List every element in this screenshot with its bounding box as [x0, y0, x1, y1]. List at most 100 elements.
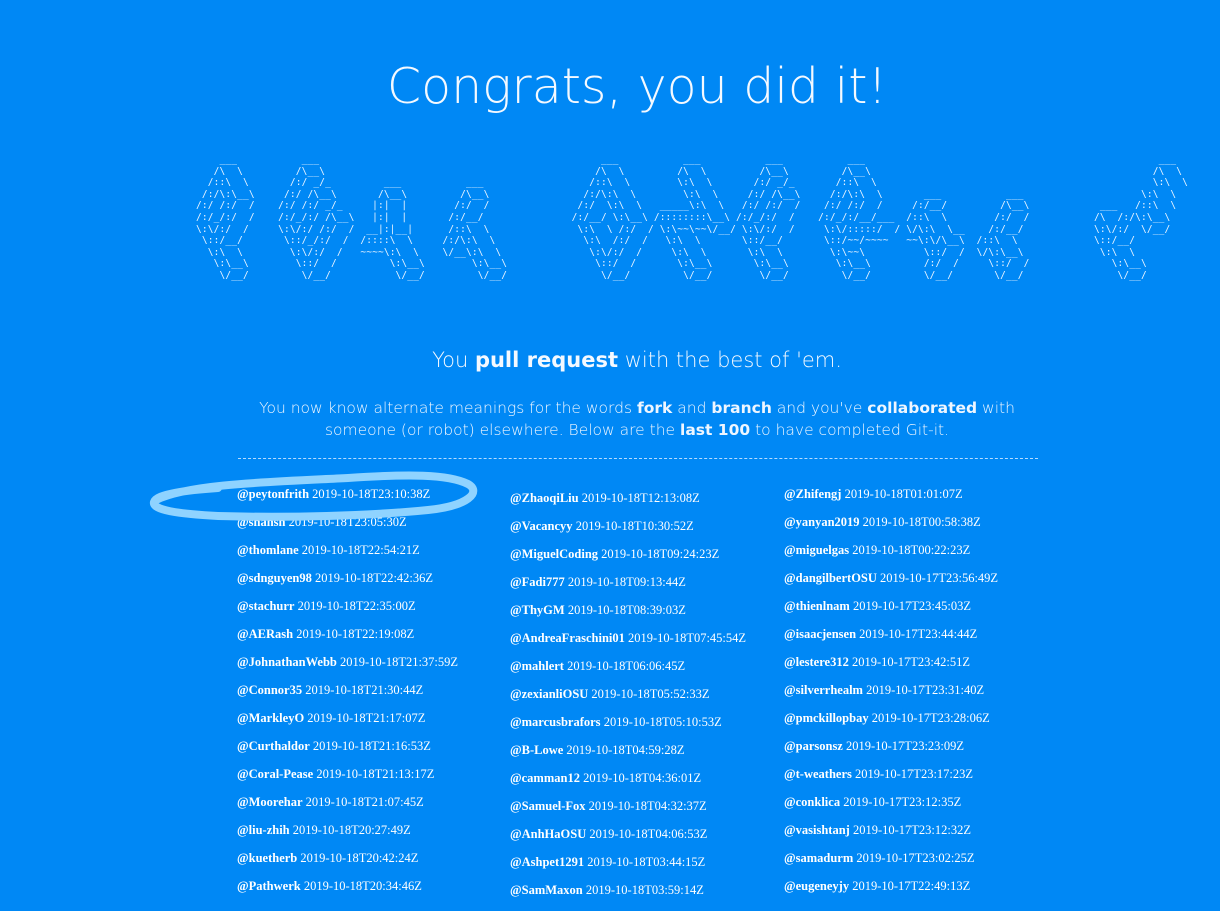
completion-item: @Pathwerk 2019-10-18T20:34:46Z	[237, 879, 507, 907]
completion-timestamp: 2019-10-18T07:45:54Z	[628, 631, 747, 645]
username-link[interactable]: @parsonsz	[784, 739, 843, 753]
username-link[interactable]: @liu-zhih	[237, 823, 290, 837]
username-link[interactable]: @Coral-Pease	[237, 767, 313, 781]
username-link[interactable]: @ThyGM	[510, 603, 565, 617]
username-link[interactable]: @Connor35	[237, 683, 302, 697]
intro-bold-collaborated: collaborated	[867, 399, 978, 417]
completion-timestamp: 2019-10-17T23:45:03Z	[852, 599, 971, 613]
completion-item: @sdnguyen98 2019-10-18T22:42:36Z	[237, 571, 507, 599]
username-link[interactable]: @zexianliOSU	[510, 687, 588, 701]
completion-item: @kuetherb 2019-10-18T20:42:24Z	[237, 851, 507, 879]
completion-timestamp: 2019-10-18T04:36:01Z	[583, 771, 702, 785]
completion-item: @peytonfrith 2019-10-18T23:10:38Z	[237, 487, 507, 515]
username-link[interactable]: @Pathwerk	[237, 879, 301, 893]
completion-timestamp: 2019-10-18T20:34:46Z	[303, 879, 422, 893]
username-link[interactable]: @MarkleyO	[237, 711, 304, 725]
username-link[interactable]: @Vacancyy	[510, 519, 573, 533]
completion-timestamp: 2019-10-18T22:35:00Z	[297, 599, 416, 613]
intro-text: and	[677, 399, 707, 417]
username-link[interactable]: @conklica	[784, 795, 840, 809]
username-link[interactable]: @eugeneyjy	[784, 879, 849, 893]
completion-timestamp: 2019-10-18T00:22:23Z	[852, 543, 971, 557]
username-link[interactable]: @Fadi777	[510, 575, 565, 589]
completion-item: @lestere312 2019-10-17T23:42:51Z	[784, 655, 1054, 683]
completion-item: @AndreaFraschini01 2019-10-18T07:45:54Z	[510, 631, 780, 659]
username-link[interactable]: @yanyan2019	[784, 515, 860, 529]
username-link[interactable]: @marcusbrafors	[510, 715, 601, 729]
completion-item: @Samuel-Fox 2019-10-18T04:32:37Z	[510, 799, 780, 827]
completion-timestamp: 2019-10-18T23:10:38Z	[312, 487, 431, 501]
username-link[interactable]: @AndreaFraschini01	[510, 631, 625, 645]
completion-item: @conklica 2019-10-17T23:12:35Z	[784, 795, 1054, 823]
username-link[interactable]: @B-Lowe	[510, 743, 563, 757]
completion-timestamp: 2019-10-18T10:30:52Z	[575, 519, 694, 533]
username-link[interactable]: @miguelgas	[784, 543, 849, 557]
intro-bold-branch: branch	[711, 399, 772, 417]
username-link[interactable]: @shahsn	[237, 515, 285, 529]
completion-timestamp: 2019-10-18T04:59:28Z	[566, 743, 685, 757]
username-link[interactable]: @t-weathers	[784, 767, 852, 781]
completion-timestamp: 2019-10-18T21:16:53Z	[312, 739, 431, 753]
username-link[interactable]: @Moorehar	[237, 795, 303, 809]
completion-item: @camman12 2019-10-18T04:36:01Z	[510, 771, 780, 799]
username-link[interactable]: @Samuel-Fox	[510, 799, 586, 813]
username-link[interactable]: @kuetherb	[237, 851, 297, 865]
completion-timestamp: 2019-10-18T21:07:45Z	[305, 795, 424, 809]
completion-item: @MarkleyO 2019-10-18T21:17:07Z	[237, 711, 507, 739]
completion-item: @Ashpet1291 2019-10-18T03:44:15Z	[510, 855, 780, 883]
completion-timestamp: 2019-10-18T03:44:15Z	[587, 855, 706, 869]
completion-timestamp: 2019-10-18T09:24:23Z	[601, 547, 720, 561]
completion-item: @JohnathanWebb 2019-10-18T21:37:59Z	[237, 655, 507, 683]
username-link[interactable]: @silverrhealm	[784, 683, 863, 697]
completion-item: @AERash 2019-10-18T22:19:08Z	[237, 627, 507, 655]
username-link[interactable]: @Curthaldor	[237, 739, 310, 753]
username-link[interactable]: @dangilbertOSU	[784, 571, 877, 585]
completion-item: @yanyan2019 2019-10-18T00:58:38Z	[784, 515, 1054, 543]
completion-item: @Vacancyy 2019-10-18T10:30:52Z	[510, 519, 780, 547]
username-link[interactable]: @Ashpet1291	[510, 855, 584, 869]
completion-timestamp: 2019-10-17T23:56:49Z	[880, 571, 999, 585]
completion-item: @stachurr 2019-10-18T22:35:00Z	[237, 599, 507, 627]
completion-timestamp: 2019-10-17T23:23:09Z	[845, 739, 965, 753]
username-link[interactable]: @vasishtanj	[784, 823, 850, 837]
username-link[interactable]: @stachurr	[237, 599, 294, 613]
username-link[interactable]: @isaacjensen	[784, 627, 856, 641]
intro-text: to have completed Git-it.	[755, 421, 950, 439]
username-link[interactable]: @SamMaxon	[510, 883, 583, 897]
completion-timestamp: 2019-10-18T21:13:17Z	[316, 767, 435, 781]
completion-item: @Fadi777 2019-10-18T09:13:44Z	[510, 575, 780, 603]
username-link[interactable]: @pmckillopbay	[784, 711, 869, 725]
completion-item: @liu-zhih 2019-10-18T20:27:49Z	[237, 823, 507, 851]
username-link[interactable]: @JohnathanWebb	[237, 655, 337, 669]
completion-timestamp: 2019-10-18T05:10:53Z	[603, 715, 722, 729]
completion-item: @ZhaoqiLiu 2019-10-18T12:13:08Z	[510, 491, 780, 519]
tagline-post: with the best of 'em.	[624, 348, 842, 372]
username-link[interactable]: @lestere312	[784, 655, 849, 669]
username-link[interactable]: @AERash	[237, 627, 293, 641]
completion-item: @SamMaxon 2019-10-18T03:59:14Z	[510, 883, 780, 911]
username-link[interactable]: @samadurm	[784, 851, 853, 865]
username-link[interactable]: @peytonfrith	[237, 487, 309, 501]
completion-item: @shahsn 2019-10-18T23:05:30Z	[237, 515, 507, 543]
completion-timestamp: 2019-10-18T21:30:44Z	[305, 683, 424, 697]
username-link[interactable]: @thienlnam	[784, 599, 850, 613]
completion-timestamp: 2019-10-18T21:37:59Z	[340, 655, 459, 669]
completion-item: @thienlnam 2019-10-17T23:45:03Z	[784, 599, 1054, 627]
username-link[interactable]: @Zhifengj	[784, 487, 841, 501]
username-link[interactable]: @thomlane	[237, 543, 299, 557]
username-link[interactable]: @AnhHaOSU	[510, 827, 586, 841]
intro-text: You now know alternate meanings for the …	[259, 399, 633, 417]
completion-timestamp: 2019-10-18T23:05:30Z	[288, 515, 407, 529]
completion-timestamp: 2019-10-18T04:06:53Z	[589, 827, 708, 841]
completion-item: @miguelgas 2019-10-18T00:22:23Z	[784, 543, 1054, 571]
username-link[interactable]: @MiguelCoding	[510, 547, 598, 561]
username-link[interactable]: @camman12	[510, 771, 580, 785]
completion-timestamp: 2019-10-18T20:27:49Z	[292, 823, 411, 837]
completion-timestamp: 2019-10-18T12:13:08Z	[581, 491, 700, 505]
completion-item: @ThyGM 2019-10-18T08:39:03Z	[510, 603, 780, 631]
username-link[interactable]: @sdnguyen98	[237, 571, 312, 585]
username-link[interactable]: @mahlert	[510, 659, 564, 673]
completion-item: @Coral-Pease 2019-10-18T21:13:17Z	[237, 767, 507, 795]
username-link[interactable]: @ZhaoqiLiu	[510, 491, 579, 505]
completion-timestamp: 2019-10-18T00:58:38Z	[862, 515, 981, 529]
